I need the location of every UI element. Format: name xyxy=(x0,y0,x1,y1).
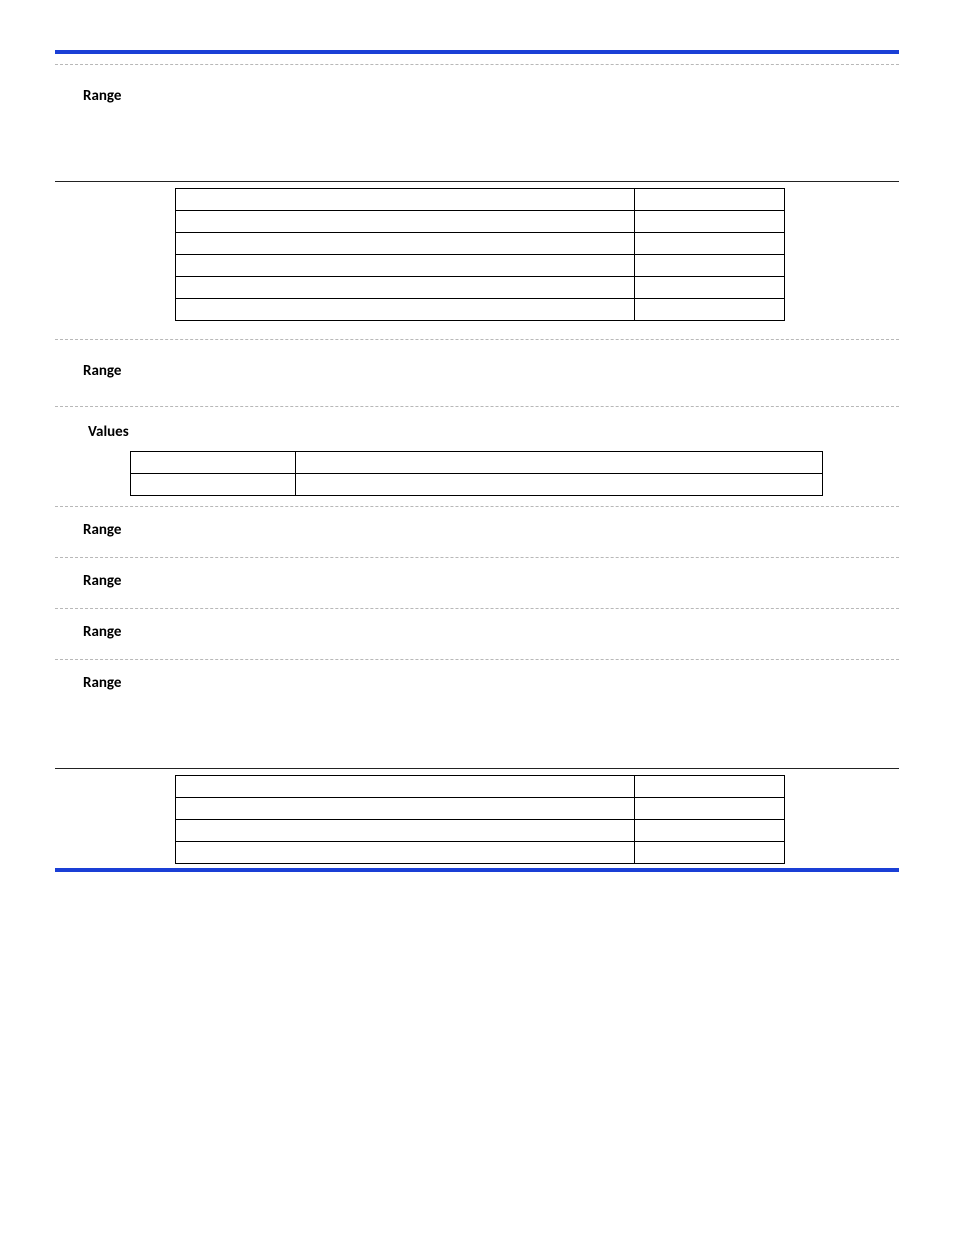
table-row xyxy=(176,820,785,842)
values-label: Values xyxy=(88,423,899,441)
cell xyxy=(176,255,635,277)
top-rule xyxy=(55,50,899,54)
cell xyxy=(176,277,635,299)
cell xyxy=(176,776,635,798)
table-row xyxy=(176,842,785,864)
range-label-4: Range xyxy=(83,572,899,590)
cell xyxy=(176,820,635,842)
cell xyxy=(176,189,635,211)
table-row xyxy=(176,211,785,233)
separator-thin xyxy=(55,181,899,182)
cell xyxy=(176,233,635,255)
cell xyxy=(635,776,785,798)
bottom-rule xyxy=(55,868,899,872)
cell xyxy=(635,255,785,277)
table-row xyxy=(176,255,785,277)
table-row xyxy=(176,776,785,798)
cell xyxy=(176,299,635,321)
table-row xyxy=(131,452,823,474)
cell xyxy=(635,842,785,864)
field-table-2 xyxy=(175,775,785,864)
range-label-2: Range xyxy=(83,362,899,380)
cell xyxy=(635,277,785,299)
table-row xyxy=(131,474,823,496)
cell xyxy=(131,452,296,474)
separator-dashed xyxy=(55,506,899,507)
cell xyxy=(635,299,785,321)
range-label-1: Range xyxy=(83,87,899,105)
cell xyxy=(296,452,823,474)
separator-dashed xyxy=(55,608,899,609)
range-label-3: Range xyxy=(83,521,899,539)
cell xyxy=(635,233,785,255)
separator-dashed xyxy=(55,406,899,407)
cell xyxy=(296,474,823,496)
separator-dashed xyxy=(55,557,899,558)
range-label-5: Range xyxy=(83,623,899,641)
table-row xyxy=(176,798,785,820)
cell xyxy=(176,798,635,820)
table-row xyxy=(176,299,785,321)
table-row xyxy=(176,233,785,255)
separator-dashed xyxy=(55,339,899,340)
cell xyxy=(131,474,296,496)
table-row xyxy=(176,189,785,211)
table-row xyxy=(176,277,785,299)
cell xyxy=(635,820,785,842)
values-table xyxy=(130,451,823,496)
cell xyxy=(635,189,785,211)
field-table-1 xyxy=(175,188,785,321)
range-label-6: Range xyxy=(83,674,899,692)
cell xyxy=(635,211,785,233)
cell xyxy=(176,842,635,864)
separator-dashed xyxy=(55,64,899,65)
cell xyxy=(635,798,785,820)
separator-dashed xyxy=(55,659,899,660)
cell xyxy=(176,211,635,233)
separator-thin xyxy=(55,768,899,769)
